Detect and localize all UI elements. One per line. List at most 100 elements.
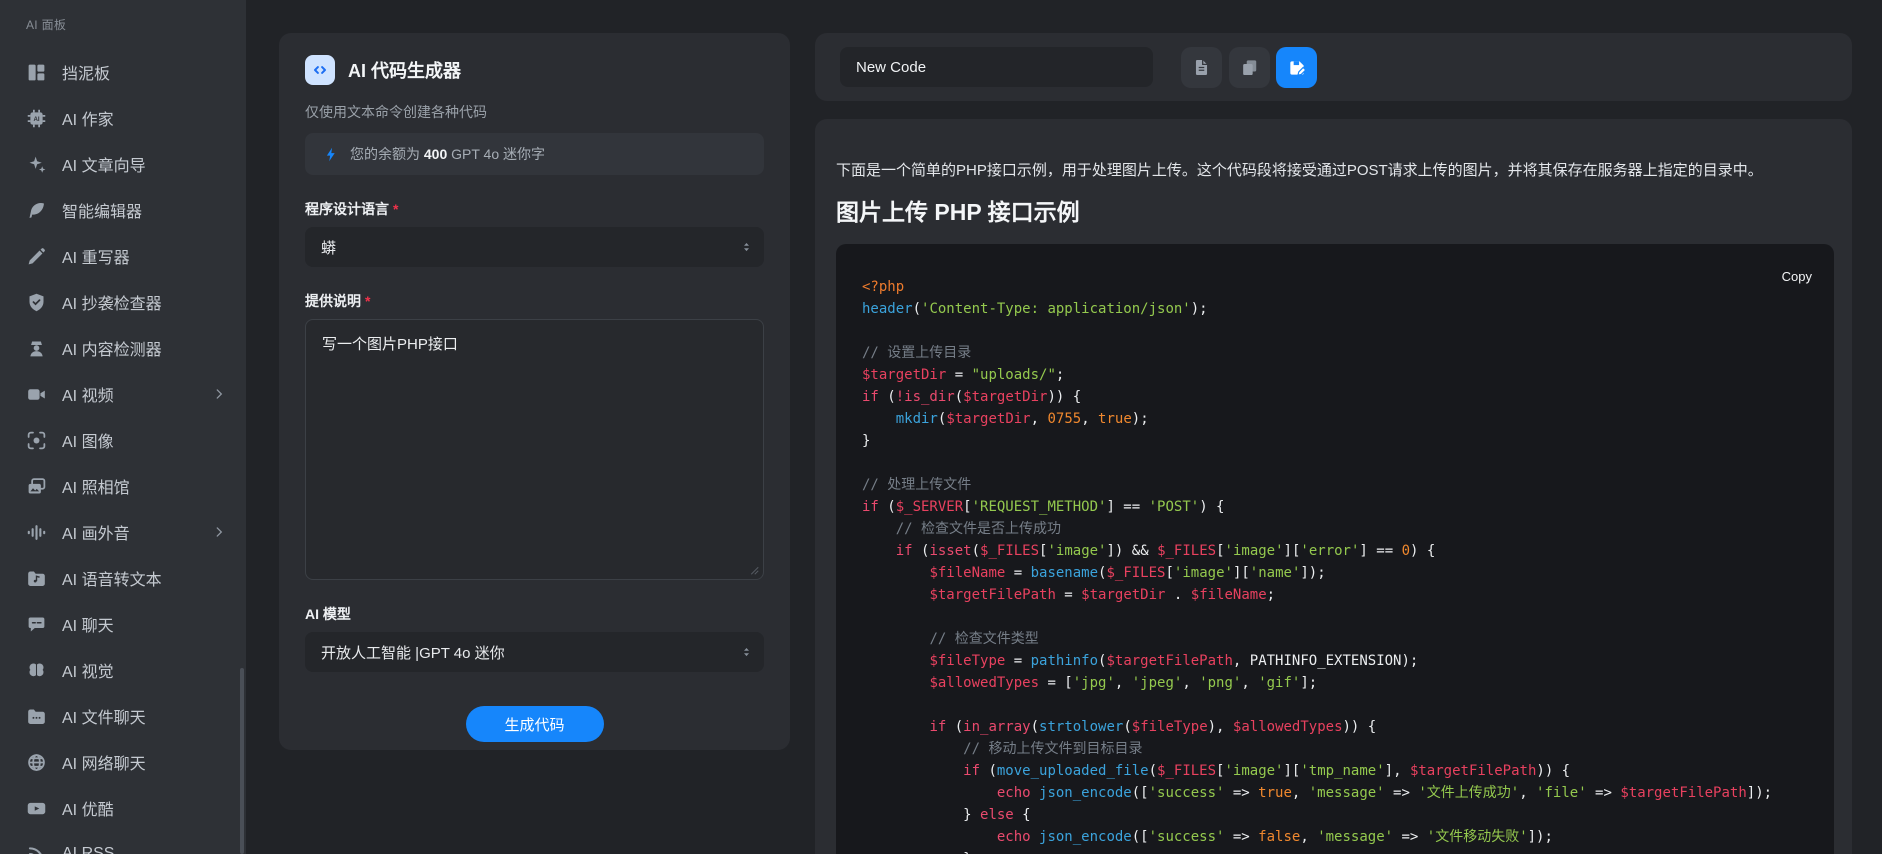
copy-code-button[interactable]: Copy (1782, 269, 1812, 284)
chip-icon: AI (26, 108, 47, 129)
instructions-textarea[interactable]: 写一个图片PHP接口 (305, 319, 764, 580)
document-title-input[interactable] (840, 47, 1153, 87)
sidebar-section-label: AI 面板 (26, 16, 66, 33)
sidebar-item-label: AI 图像 (62, 428, 114, 452)
sidebar-item-5[interactable]: AI 抄袭检查器 (0, 279, 246, 325)
code-line (862, 452, 1810, 474)
image-scan-icon (26, 430, 47, 451)
save-document-button[interactable] (1276, 47, 1317, 88)
code-line: if (isset($_FILES['image']) && $_FILES['… (862, 540, 1810, 562)
code-line: // 检查文件是否上传成功 (862, 518, 1810, 540)
code-line: $targetDir = "uploads/"; (862, 364, 1810, 386)
sidebar-item-label: 挡泥板 (62, 60, 110, 84)
chevron-right-icon (212, 387, 226, 401)
pencil-icon (26, 246, 47, 267)
code-line (862, 694, 1810, 716)
code-line: $targetFilePath = $targetDir . $fileName… (862, 584, 1810, 606)
save-edit-icon (1287, 58, 1307, 78)
bolt-icon (323, 146, 340, 163)
code-generator-panel: AI 代码生成器 仅使用文本命令创建各种代码 您的余额为 400 GPT 4o … (279, 33, 790, 750)
sidebar: AI 面板 挡泥板 AI AI 作家 AI 文章向导智能编辑器 AI 重写器 AI 抄袭检… (0, 0, 246, 854)
code-line: if ($_SERVER['REQUEST_METHOD'] == 'POST'… (862, 496, 1810, 518)
sidebar-item-14[interactable]: AI 文件聊天 (0, 693, 246, 739)
resize-grip-icon[interactable] (746, 562, 760, 576)
waveform-icon (26, 522, 47, 543)
balance-banner: 您的余额为 400 GPT 4o 迷你字 (305, 133, 764, 175)
code-line: if (!is_dir($targetDir)) { (862, 386, 1810, 408)
balance-text: 您的余额为 400 GPT 4o 迷你字 (350, 144, 545, 164)
instructions-label: 提供说明* (305, 291, 764, 311)
code-line: } else { (862, 804, 1810, 826)
code-block: Copy <?phpheader('Content-Type: applicat… (836, 244, 1834, 854)
generator-header: AI 代码生成器 (305, 55, 764, 85)
code-line: } (862, 430, 1810, 452)
sidebar-item-17[interactable]: AI RSS (0, 831, 246, 854)
sidebar-item-12[interactable]: AI 聊天 (0, 601, 246, 647)
php-code: <?phpheader('Content-Type: application/j… (836, 244, 1834, 854)
code-line: // 检查文件类型 (862, 628, 1810, 650)
sidebar-item-label: AI 文章向导 (62, 152, 146, 176)
copy-document-button[interactable] (1229, 47, 1270, 88)
model-label: AI 模型 (305, 604, 764, 624)
sidebar-item-3[interactable]: 智能编辑器 (0, 187, 246, 233)
photo-gallery-icon (26, 476, 47, 497)
code-line: $fileType = pathinfo($targetFilePath, PA… (862, 650, 1810, 672)
generate-code-button[interactable]: 生成代码 (466, 706, 604, 742)
feather-icon (26, 200, 47, 221)
language-label: 程序设计语言* (305, 199, 764, 219)
sidebar-scrollbar-thumb[interactable] (240, 668, 244, 854)
code-line (862, 320, 1810, 342)
sidebar-item-1[interactable]: AI AI 作家 (0, 95, 246, 141)
rss-icon (26, 844, 47, 854)
sidebar-item-4[interactable]: AI 重写器 (0, 233, 246, 279)
balance-amount: 400 (424, 146, 447, 162)
model-select[interactable]: 开放人工智能 |GPT 4o 迷你 (305, 632, 764, 672)
code-line: // 处理上传文件 (862, 474, 1810, 496)
sidebar-item-label: AI 作家 (62, 106, 114, 130)
youtube-icon (26, 798, 47, 819)
result-heading: 图片上传 PHP 接口示例 (836, 193, 1834, 227)
sidebar-item-label: AI 网络聊天 (62, 750, 146, 774)
code-line: <?php (862, 276, 1810, 298)
sidebar-item-label: AI 重写器 (62, 244, 130, 268)
document-icon (1192, 58, 1211, 77)
sidebar-item-label: AI 照相馆 (62, 474, 130, 498)
sidebar-item-13[interactable]: AI 视觉 (0, 647, 246, 693)
sidebar-item-15[interactable]: AI 网络聊天 (0, 739, 246, 785)
sidebar-item-label: AI 画外音 (62, 520, 130, 544)
sidebar-item-9[interactable]: AI 照相馆 (0, 463, 246, 509)
chevron-right-icon (212, 525, 226, 539)
shield-check-icon (26, 292, 47, 313)
sidebar-item-label: 智能编辑器 (62, 198, 142, 222)
new-document-button[interactable] (1181, 47, 1222, 88)
sidebar-item-6[interactable]: AI 内容检测器 (0, 325, 246, 371)
code-line (862, 606, 1810, 628)
sidebar-item-8[interactable]: AI 图像 (0, 417, 246, 463)
sidebar-nav-list: 挡泥板 AI AI 作家 AI 文章向导智能编辑器 AI 重写器 AI 抄袭检查器 AI 内… (0, 49, 246, 854)
code-line: // 移动上传文件到目标目录 (862, 738, 1810, 760)
sidebar-item-7[interactable]: AI 视频 (0, 371, 246, 417)
language-select[interactable]: 蟒 (305, 227, 764, 267)
detector-icon (26, 338, 47, 359)
page-title: AI 代码生成器 (348, 57, 461, 83)
sidebar-item-11[interactable]: AI 语音转文本 (0, 555, 246, 601)
copy-icon (1240, 58, 1259, 77)
sidebar-item-2[interactable]: AI 文章向导 (0, 141, 246, 187)
select-stepper-icon (739, 645, 754, 660)
svg-text:AI: AI (33, 115, 39, 122)
code-line: echo json_encode(['success' => false, 'm… (862, 826, 1810, 848)
code-line: header('Content-Type: application/json')… (862, 298, 1810, 320)
sidebar-item-label: AI 视频 (62, 382, 114, 406)
sidebar-item-0[interactable]: 挡泥板 (0, 49, 246, 95)
code-line: } (862, 848, 1810, 854)
globe-icon (26, 752, 47, 773)
audio-file-icon (26, 568, 47, 589)
code-line: mkdir($targetDir, 0755, true); (862, 408, 1810, 430)
code-line: $allowedTypes = ['jpg', 'jpeg', 'png', '… (862, 672, 1810, 694)
sidebar-item-label: AI 视觉 (62, 658, 114, 682)
output-panel: 下面是一个简单的PHP接口示例，用于处理图片上传。这个代码段将接受通过POST请… (815, 119, 1852, 854)
sidebar-item-label: AI 内容检测器 (62, 336, 162, 360)
sidebar-item-16[interactable]: AI 优酷 (0, 785, 246, 831)
code-line: if (move_uploaded_file($_FILES['image'][… (862, 760, 1810, 782)
sidebar-item-10[interactable]: AI 画外音 (0, 509, 246, 555)
